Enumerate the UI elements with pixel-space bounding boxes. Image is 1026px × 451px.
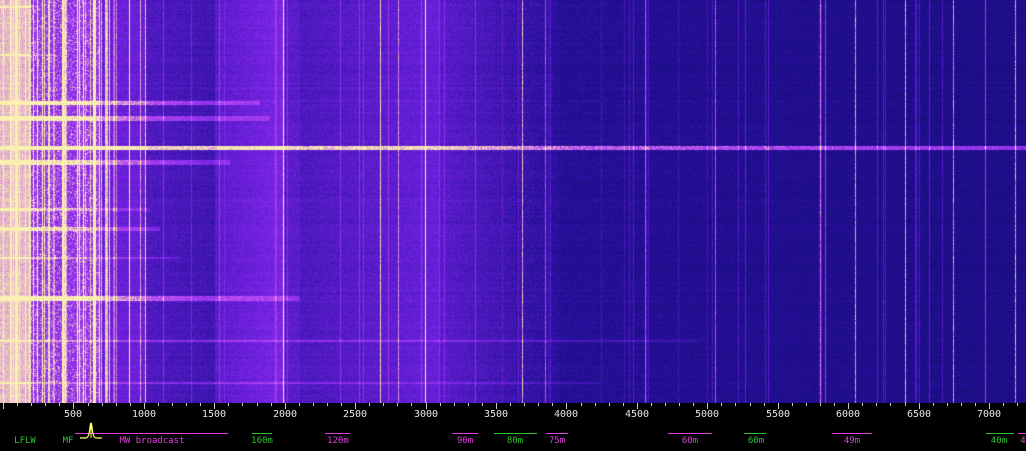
scale-tick xyxy=(313,403,314,406)
scale-tick xyxy=(228,403,229,406)
scale-tick xyxy=(834,403,835,406)
scale-tick xyxy=(721,403,722,406)
band-label-90m[interactable]: 90m xyxy=(457,436,473,446)
scale-tick xyxy=(440,403,441,406)
scale-tick xyxy=(59,403,60,406)
scale-tick xyxy=(552,403,553,406)
scale-tick xyxy=(975,403,976,406)
passband-icon[interactable] xyxy=(79,417,103,439)
band-range-line xyxy=(832,433,872,434)
scale-tick xyxy=(510,403,511,406)
scale-tick xyxy=(17,403,18,406)
scale-tick xyxy=(31,403,32,406)
scale-tick xyxy=(271,403,272,406)
scale-tick xyxy=(411,403,412,406)
scale-tick xyxy=(679,403,680,406)
scale-tick xyxy=(102,403,103,406)
scale-tick xyxy=(3,403,4,409)
scale-tick xyxy=(327,403,328,406)
band-label-40m[interactable]: 40m xyxy=(991,436,1007,446)
scale-tick xyxy=(299,403,300,406)
frequency-label: 3500 xyxy=(483,409,509,420)
scale-tick xyxy=(609,403,610,406)
band-label-160m[interactable]: 160m xyxy=(251,436,273,446)
waterfall-display[interactable] xyxy=(0,0,1026,403)
scale-tick xyxy=(45,403,46,406)
scale-tick xyxy=(482,403,483,406)
band-label-80m[interactable]: 80m xyxy=(507,436,523,446)
scale-tick xyxy=(806,403,807,406)
frequency-label: 6500 xyxy=(906,409,932,420)
scale-tick xyxy=(1003,403,1004,406)
frequency-label: 6000 xyxy=(835,409,861,420)
scale-tick xyxy=(764,403,765,406)
band-label-49m[interactable]: 49m xyxy=(844,436,860,446)
scale-tick xyxy=(1017,403,1018,406)
scale-tick xyxy=(88,403,89,406)
frequency-label: 2500 xyxy=(342,409,368,420)
scale-tick xyxy=(792,403,793,406)
scale-tick xyxy=(468,403,469,406)
scale-tick xyxy=(186,403,187,406)
scale-tick xyxy=(933,403,934,406)
frequency-scale[interactable]: 500 1000 1500 2000 2500 3000 3500 4000 4500 5000 5… xyxy=(0,403,1026,451)
band-label-75m[interactable]: 75m xyxy=(549,436,565,446)
scale-tick xyxy=(905,403,906,406)
scale-tick xyxy=(172,403,173,406)
frequency-label: 1500 xyxy=(201,409,227,420)
scale-tick xyxy=(242,403,243,406)
scale-tick xyxy=(158,403,159,406)
scale-tick xyxy=(341,403,342,406)
scale-tick xyxy=(876,403,877,406)
band-range-line xyxy=(986,433,1014,434)
band-label-60m-bc[interactable]: 60m xyxy=(682,436,698,446)
scale-tick xyxy=(651,403,652,406)
band-label-lflw[interactable]: LFLW xyxy=(14,436,36,446)
frequency-label: 2000 xyxy=(272,409,298,420)
band-range-line xyxy=(325,433,350,434)
scale-tick xyxy=(454,403,455,406)
band-range-line xyxy=(546,433,568,434)
band-label-120m[interactable]: 120m xyxy=(327,436,349,446)
scale-tick xyxy=(369,403,370,406)
frequency-label: 4500 xyxy=(624,409,650,420)
scale-tick xyxy=(735,403,736,406)
band-label-60m-ham[interactable]: 60m xyxy=(748,436,764,446)
scale-tick xyxy=(961,403,962,406)
frequency-label: 4000 xyxy=(553,409,579,420)
scale-tick xyxy=(538,403,539,406)
scale-tick xyxy=(750,403,751,406)
scale-tick xyxy=(820,403,821,406)
scale-tick xyxy=(665,403,666,406)
band-range-line xyxy=(452,433,478,434)
frequency-label: 3000 xyxy=(413,409,439,420)
scale-tick xyxy=(623,403,624,406)
frequency-label: 1000 xyxy=(131,409,157,420)
scale-tick xyxy=(257,403,258,406)
scale-tick xyxy=(200,403,201,406)
scale-tick xyxy=(130,403,131,406)
scale-tick xyxy=(890,403,891,406)
band-range-line xyxy=(1018,433,1026,434)
scale-tick xyxy=(595,403,596,406)
frequency-label: 5000 xyxy=(694,409,720,420)
scale-tick xyxy=(524,403,525,406)
band-range-line xyxy=(668,433,712,434)
scale-tick xyxy=(947,403,948,406)
scale-tick xyxy=(383,403,384,406)
frequency-label: 7000 xyxy=(976,409,1002,420)
band-label-41m[interactable]: 4 xyxy=(1020,436,1025,446)
band-label-mw[interactable]: MW broadcast xyxy=(119,436,184,446)
scale-tick xyxy=(397,403,398,406)
scale-tick xyxy=(693,403,694,406)
band-range-line xyxy=(494,433,537,434)
band-range-line xyxy=(744,433,766,434)
scale-tick xyxy=(116,403,117,406)
scale-tick xyxy=(581,403,582,406)
band-range-line xyxy=(252,433,272,434)
scale-tick xyxy=(862,403,863,406)
band-label-mf[interactable]: MF xyxy=(63,436,74,446)
frequency-label: 5500 xyxy=(765,409,791,420)
